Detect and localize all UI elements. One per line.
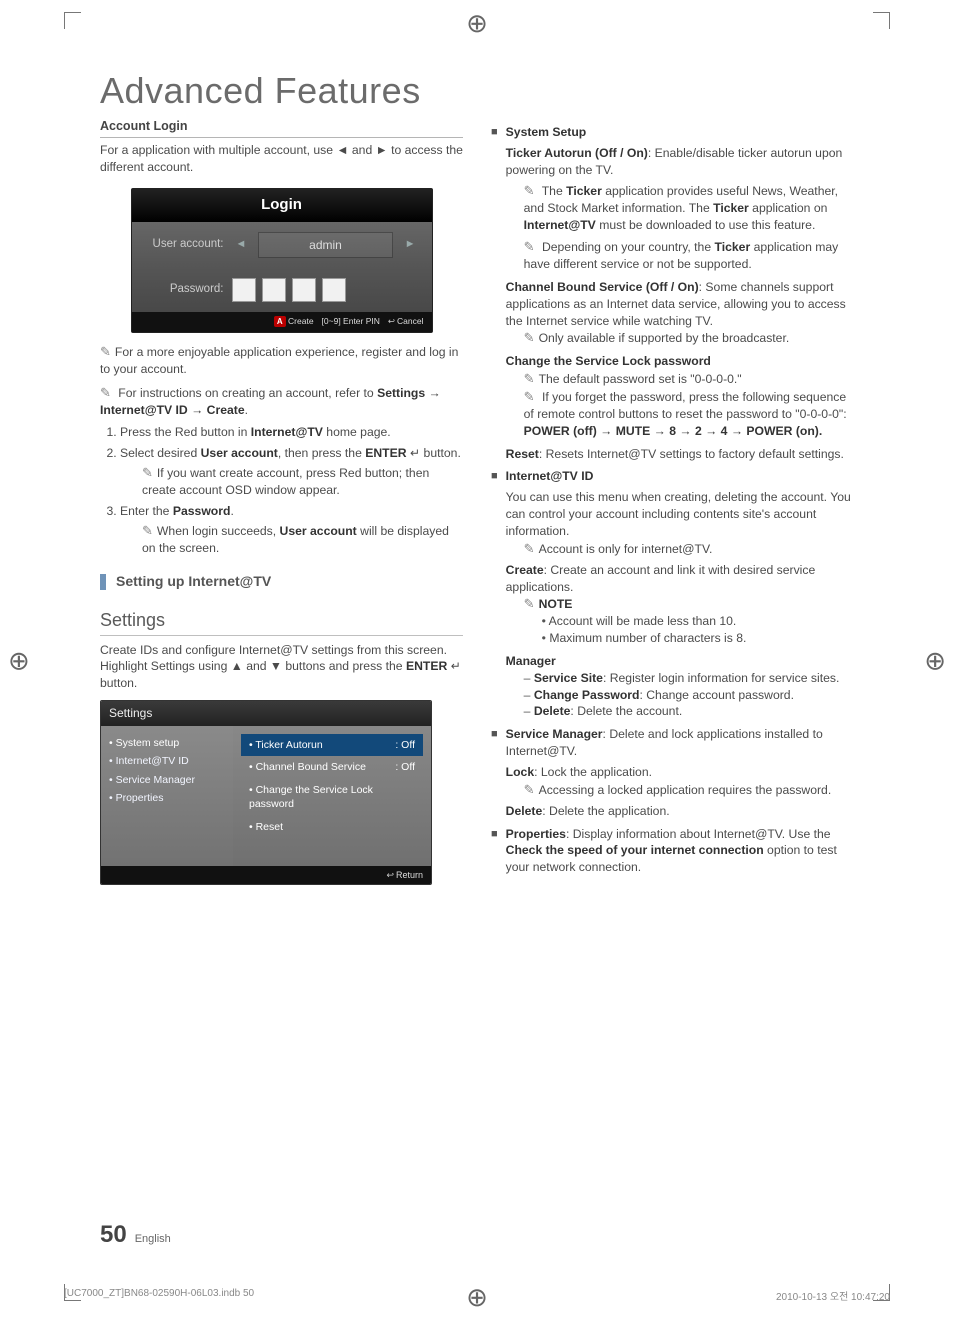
- login-user-row: User account: ◄ admin ►: [132, 222, 432, 269]
- red-a-key-icon: A: [274, 316, 286, 327]
- note-cbs: Only available if supported by the broad…: [506, 329, 854, 347]
- sidebar-item-internet-id[interactable]: • Internet@TV ID: [107, 752, 227, 770]
- print-footer-right: 2010-10-13 오전 10:47:20: [776, 1288, 890, 1303]
- note-instructions: For instructions on creating an account,…: [100, 384, 463, 419]
- settings-sidebar: • System setup • Internet@TV ID • Servic…: [101, 726, 233, 866]
- note-default-pw: The default password set is "0-0-0-0.": [506, 370, 854, 388]
- steps-list: Press the Red button in Internet@TV home…: [100, 424, 463, 556]
- page-title: Advanced Features: [100, 70, 854, 112]
- settings-main: • Ticker Autorun: Off • Channel Bound Se…: [233, 726, 431, 866]
- item-system-setup: System Setup Ticker Autorun (Off / On): …: [491, 124, 854, 462]
- option-ticker-autorun[interactable]: • Ticker Autorun: Off: [241, 734, 423, 756]
- note-label: NOTE: [506, 595, 854, 613]
- login-header: Login: [132, 189, 432, 222]
- page-footer: 50 English: [100, 1218, 171, 1251]
- option-change-service-lock[interactable]: • Change the Service Lock password: [241, 779, 423, 816]
- password-label: Password:: [144, 282, 224, 298]
- settings-footer: Return: [101, 866, 431, 884]
- right-column: System Setup Ticker Autorun (Off / On): …: [491, 118, 854, 885]
- sidebar-item-system-setup[interactable]: • System setup: [107, 734, 227, 752]
- step-3: Enter the Password. When login succeeds,…: [120, 503, 463, 557]
- registration-mark-icon: ⊕: [466, 8, 488, 39]
- note-internet-id: Account is only for internet@TV.: [506, 540, 854, 558]
- step-2-note: If you want create account, press Red bu…: [120, 464, 463, 499]
- section-account-login: Account Login: [100, 118, 463, 138]
- option-reset[interactable]: • Reset: [241, 816, 423, 838]
- print-footer: [UC7000_ZT]BN68-02590H-06L03.indb 50 201…: [64, 1288, 890, 1303]
- user-account-label: User account:: [144, 237, 224, 253]
- page-language: English: [135, 1232, 171, 1247]
- note-register: For a more enjoyable application experie…: [100, 343, 463, 378]
- note-ticker-1: The Ticker application provides useful N…: [506, 182, 854, 234]
- return-icon: Cancel: [388, 316, 424, 328]
- page-number: 50: [100, 1218, 127, 1251]
- heading-setting-up: Setting up Internet@TV: [100, 572, 463, 591]
- registration-mark-icon: ⊕: [924, 645, 946, 676]
- step-2: Select desired User account, then press …: [120, 445, 463, 499]
- user-account-field[interactable]: admin: [258, 232, 392, 259]
- arrow-right-icon[interactable]: ►: [401, 237, 420, 252]
- heading-settings: Settings: [100, 608, 463, 636]
- item-internet-id: Internet@TV ID You can use this menu whe…: [491, 468, 854, 720]
- arrow-right-icon: ►: [376, 143, 388, 157]
- step-1: Press the Red button in Internet@TV home…: [120, 424, 463, 441]
- left-column: Account Login For a application with mul…: [100, 118, 463, 885]
- arrow-left-icon[interactable]: ◄: [232, 237, 251, 252]
- step-3-note: When login succeeds, User account will b…: [120, 522, 463, 557]
- item-properties: Properties: Display information about In…: [491, 826, 854, 876]
- sidebar-item-properties[interactable]: • Properties: [107, 789, 227, 807]
- login-panel: Login User account: ◄ admin ► Password: …: [131, 188, 433, 333]
- enter-icon: ↵: [451, 659, 461, 673]
- registration-mark-icon: ⊕: [8, 645, 30, 676]
- bullet: [542, 614, 549, 628]
- settings-desc: Create IDs and configure Internet@TV set…: [100, 642, 463, 692]
- password-boxes[interactable]: [232, 278, 420, 302]
- enter-icon: ↵: [410, 446, 420, 460]
- account-login-desc: For a application with multiple account,…: [100, 142, 463, 176]
- login-password-row: Password:: [132, 268, 432, 312]
- option-channel-bound[interactable]: • Channel Bound Service: Off: [241, 756, 423, 778]
- login-footer: A Create [0~9] Enter PIN Cancel: [132, 312, 432, 332]
- print-footer-left: [UC7000_ZT]BN68-02590H-06L03.indb 50: [64, 1288, 254, 1303]
- return-icon: [386, 870, 396, 880]
- note-reset-pw: If you forget the password, press the fo…: [506, 388, 854, 440]
- item-service-manager: Service Manager: Delete and lock applica…: [491, 726, 854, 819]
- note-ticker-2: Depending on your country, the Ticker ap…: [506, 238, 854, 273]
- settings-panel: Settings • System setup • Internet@TV ID…: [100, 700, 432, 885]
- sidebar-item-service-manager[interactable]: • Service Manager: [107, 771, 227, 789]
- note-lock: Accessing a locked application requires …: [506, 781, 854, 799]
- arrow-left-icon: ◄: [336, 143, 348, 157]
- settings-panel-title: Settings: [101, 701, 431, 726]
